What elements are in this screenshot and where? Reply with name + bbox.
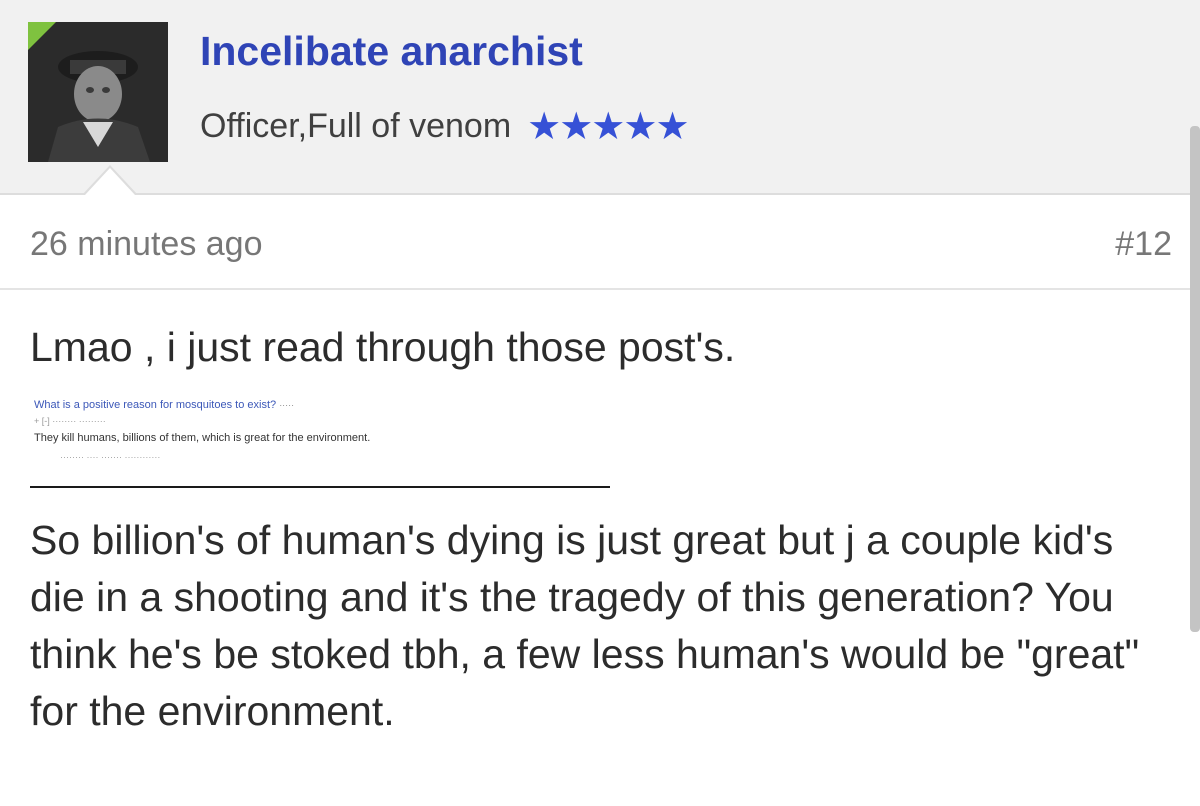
speech-caret-fill <box>85 168 135 195</box>
embed-comment: They kill humans, billions of them, whic… <box>34 432 370 444</box>
scrollbar[interactable] <box>1190 126 1200 632</box>
embedded-screenshot[interactable]: What is a positive reason for mosquitoes… <box>30 392 610 488</box>
user-rank: Officer,Full of venom ★★★★★ <box>200 104 690 148</box>
avatar[interactable] <box>28 22 168 162</box>
post-card: Incelibate anarchist Officer,Full of ven… <box>0 0 1200 806</box>
embed-comment-text: They kill humans, billions of them, whic… <box>34 432 371 444</box>
username[interactable]: Incelibate anarchist <box>200 28 583 75</box>
post-paragraph: So billion's of human's dying is just gr… <box>30 517 1140 734</box>
star-icon: ★★★★★ <box>527 104 689 148</box>
rank-label: Officer,Full of venom <box>200 106 512 145</box>
post-meta: 26 minutes ago #12 <box>0 195 1200 290</box>
online-badge <box>28 22 56 50</box>
post-number[interactable]: #12 <box>1115 225 1172 264</box>
embed-links: ········ ···· ······· ············ <box>60 452 161 462</box>
embed-vote-line: + [-] ········ ········· <box>34 416 106 426</box>
embed-question-text: What is a positive reason for mosquitoes… <box>34 399 277 411</box>
embed-byline: ····· <box>279 400 295 410</box>
embed-question: What is a positive reason for mosquitoes… <box>34 399 294 411</box>
post-header: Incelibate anarchist Officer,Full of ven… <box>0 0 1200 195</box>
timestamp: 26 minutes ago <box>30 225 263 263</box>
post-text-line: Lmao , i just read through those post's. <box>30 324 736 370</box>
